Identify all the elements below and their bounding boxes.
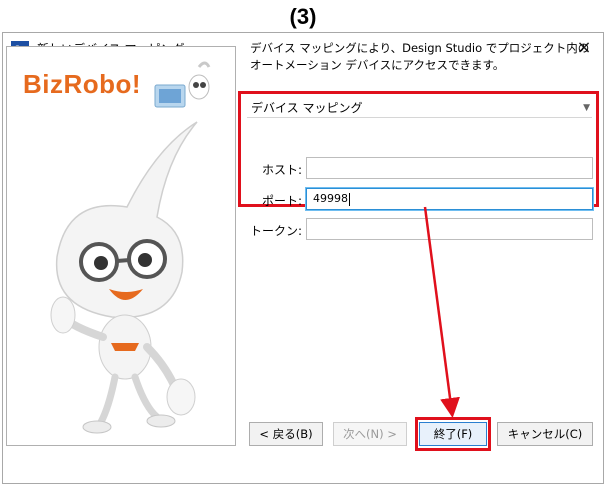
finish-highlight-box xyxy=(415,417,491,451)
back-button[interactable]: < 戻る(B) xyxy=(249,422,323,446)
next-button[interactable]: 次へ(N) > xyxy=(333,422,407,446)
cancel-button[interactable]: キャンセル(C) xyxy=(497,422,593,446)
annotation-arrow xyxy=(423,206,460,418)
